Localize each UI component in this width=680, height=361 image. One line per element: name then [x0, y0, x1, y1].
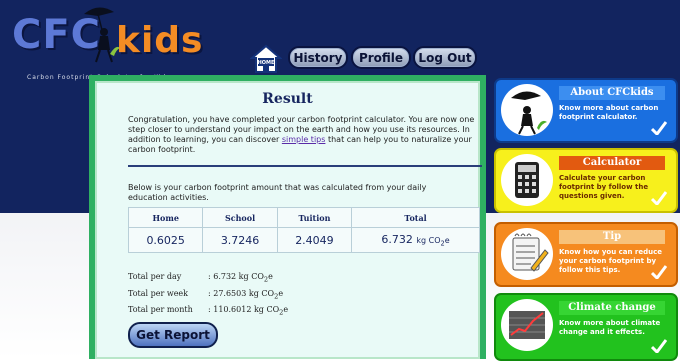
- card-title: Climate change: [559, 301, 665, 315]
- check-icon: [651, 121, 667, 135]
- result-title: Result: [262, 91, 313, 107]
- home-button[interactable]: HOME: [249, 44, 283, 74]
- home-icon: HOME: [249, 44, 283, 73]
- check-icon: [651, 265, 667, 279]
- total-per-day: Total per day: 6.732 kg CO2e: [128, 272, 273, 284]
- home-value: 0.6025: [127, 227, 204, 253]
- history-button[interactable]: History: [288, 46, 348, 69]
- card-title: About CFCkids: [559, 86, 665, 100]
- logout-button[interactable]: Log Out: [413, 46, 477, 69]
- school-value: 3.7246: [202, 227, 278, 253]
- card-tip[interactable]: Tip Know how you can reduce your carbon …: [494, 222, 678, 287]
- table-row: 0.6025 3.7246 2.4049 6.732 kg CO2e: [127, 227, 480, 253]
- cfckids-logo[interactable]: CFC kids Carbon Footprint Calculator for…: [8, 7, 208, 81]
- calculator-icon: [501, 154, 553, 206]
- total-value: 6.732: [381, 232, 413, 246]
- card-about-cfckids[interactable]: About CFCkids Know more about carbon foo…: [494, 78, 678, 143]
- card-title: Tip: [559, 230, 665, 244]
- result-intro: Congratulation, you have completed your …: [128, 115, 475, 154]
- card-text: Know more about carbon footprint calcula…: [559, 104, 659, 121]
- result-panel: Result Congratulation, you have complete…: [89, 75, 486, 359]
- card-title: Calculator: [559, 156, 665, 170]
- girl-umbrella-icon: [501, 84, 553, 136]
- check-icon: [651, 191, 667, 205]
- card-calculator[interactable]: Calculator Calculate your carbon footpri…: [494, 148, 678, 213]
- totals-list: Total per day: 6.732 kg CO2e Total per w…: [128, 270, 288, 320]
- tuition-value: 2.4049: [276, 227, 353, 253]
- col-header-tuition: Tuition: [276, 207, 353, 228]
- logo-kids-text: kids: [116, 20, 204, 61]
- profile-button[interactable]: Profile: [351, 46, 411, 69]
- total-value-cell: 6.732 kg CO2e: [351, 227, 480, 253]
- table-header-row: Home School Tuition Total: [127, 207, 480, 228]
- home-label: HOME: [258, 60, 275, 66]
- result-description: Below is your carbon footprint amount th…: [128, 183, 427, 202]
- col-header-home: Home: [127, 207, 204, 228]
- check-icon: [651, 339, 667, 353]
- total-unit: kg CO2e: [416, 235, 450, 248]
- divider: [128, 165, 482, 167]
- get-report-button[interactable]: Get Report: [128, 322, 218, 348]
- rising-graph-icon: [501, 299, 553, 351]
- total-per-month: Total per month: 110.6012 kg CO2e: [128, 305, 289, 317]
- footprint-table: Home School Tuition Total 0.6025 3.7246 …: [127, 207, 480, 253]
- card-climate-change[interactable]: Climate change Know more about climate c…: [494, 293, 678, 361]
- col-header-school: School: [202, 207, 278, 228]
- total-per-week: Total per week: 27.6503 kg CO2e: [128, 288, 284, 301]
- col-header-total: Total: [351, 207, 480, 228]
- notepad-icon: [501, 228, 553, 280]
- card-text: Know more about climate change and it ef…: [559, 319, 661, 336]
- simple-tips-link[interactable]: simple tips: [282, 135, 326, 144]
